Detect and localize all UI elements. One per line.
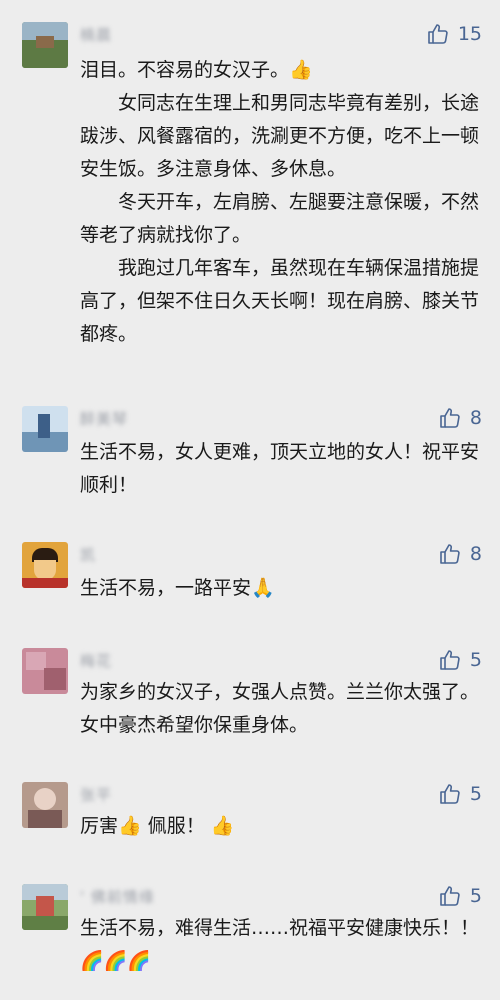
avatar[interactable] [22,406,68,452]
like-button[interactable]: 5 [438,648,482,672]
thumbs-up-icon [440,784,460,804]
comment-paragraph: 生活不易，一路平安🙏 [80,577,275,599]
like-count: 5 [469,649,482,671]
avatar[interactable] [22,884,68,930]
like-button[interactable]: 8 [438,542,482,566]
like-button[interactable]: 5 [438,782,482,806]
commenter-name[interactable]: 楠晨 [80,24,112,45]
commenter-name[interactable]: 醉美琴 [80,408,128,429]
like-button[interactable]: 15 [426,22,482,46]
like-button[interactable]: 8 [438,406,482,430]
avatar[interactable] [22,782,68,828]
comment-text: 生活不易，难得生活……祝福平安健康快乐！！🌈🌈🌈 [80,912,480,978]
comment-paragraph: 我跑过几年客车，虽然现在车辆保温措施提高了，但架不住日久天长啊！现在肩膀、膝关节… [80,257,480,345]
avatar[interactable] [22,648,68,694]
comment-text: 生活不易，一路平安🙏 [80,572,480,605]
comment-paragraph: 生活不易，女人更难，顶天立地的女人！祝平安顺利！ [80,441,480,496]
like-count: 8 [469,543,482,565]
comment-text: 厉害👍 佩服！ 👍 [80,810,480,843]
comment-text: 泪目。不容易的女汉子。👍 女同志在生理上和男同志毕竟有差别，长途跋涉、风餐露宿的… [80,54,480,351]
commenter-name[interactable]: 张平 [80,784,112,805]
thumbs-up-icon [440,650,460,670]
like-button[interactable]: 5 [438,884,482,908]
thumbs-up-icon [440,408,460,428]
commenter-name[interactable]: 凯 [80,544,96,565]
avatar[interactable] [22,542,68,588]
comment-paragraph: 女同志在生理上和男同志毕竟有差别，长途跋涉、风餐露宿的，洗涮更不方便，吃不上一顿… [80,92,480,180]
like-count: 8 [469,407,482,429]
like-count: 5 [469,783,482,805]
thumbs-up-icon [440,886,460,906]
comment-paragraph: 泪目。不容易的女汉子。👍 [80,59,313,81]
commenter-name[interactable]: ' 佛前情缘 [80,886,155,907]
comment-text: 生活不易，女人更难，顶天立地的女人！祝平安顺利！ [80,436,480,502]
comment-paragraph: 生活不易，难得生活……祝福平安健康快乐！！🌈🌈🌈 [80,917,480,972]
like-count: 5 [469,885,482,907]
comment-paragraph: 为家乡的女汉子，女强人点赞。兰兰你太强了。女中豪杰希望你保重身体。 [80,681,480,736]
thumbs-up-icon [440,544,460,564]
avatar[interactable] [22,22,68,68]
like-count: 15 [457,23,482,45]
commenter-name[interactable]: 梅花 [80,650,112,671]
comment-text: 为家乡的女汉子，女强人点赞。兰兰你太强了。女中豪杰希望你保重身体。 [80,676,480,742]
comment-paragraph: 冬天开车，左肩膀、左腿要注意保暖，不然等老了病就找你了。 [80,191,480,246]
thumbs-up-icon [428,24,448,44]
comment-paragraph: 厉害👍 佩服！ 👍 [80,815,235,837]
